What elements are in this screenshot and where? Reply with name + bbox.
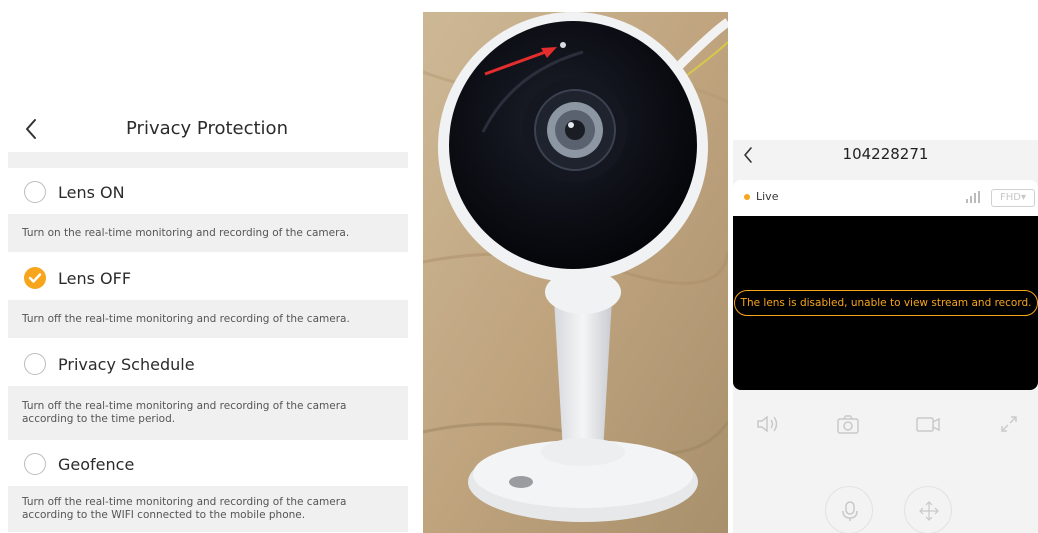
video-stream-area[interactable]: The lens is disabled, unable to view str… [733, 216, 1038, 390]
camera-icon [837, 415, 859, 434]
signal-icon [966, 191, 980, 203]
radio-button[interactable] [24, 353, 46, 375]
option-lens-on[interactable]: Lens ON [8, 170, 408, 214]
back-button[interactable] [20, 116, 42, 142]
option-description: Turn off the real-time monitoring and re… [8, 300, 408, 338]
radio-button[interactable] [24, 453, 46, 475]
live-indicator-dot [744, 194, 750, 200]
option-label: Lens ON [58, 182, 125, 202]
speaker-icon [757, 415, 778, 433]
live-label: Live [756, 190, 779, 203]
move-arrows-icon [919, 501, 939, 521]
ptz-control-button[interactable] [904, 486, 952, 533]
radio-button-checked[interactable] [24, 267, 46, 289]
description-line: according to the WIFI connected to the m… [22, 509, 306, 521]
description-line: Turn on the real-time monitoring and rec… [22, 226, 350, 239]
snapshot-button[interactable] [835, 413, 861, 439]
option-privacy-schedule[interactable]: Privacy Schedule [8, 342, 408, 386]
description-line: Turn off the real-time monitoring and re… [22, 400, 347, 412]
description-line: Turn off the real-time monitoring and re… [22, 312, 350, 325]
divider [8, 152, 408, 168]
option-description: Turn off the real-time monitoring and re… [8, 386, 408, 440]
live-status-bar: Live FHD▾ [733, 180, 1038, 216]
privacy-protection-screen: Privacy Protection Lens ON Turn on the r… [0, 0, 410, 533]
camera-photo [423, 12, 728, 533]
option-geofence[interactable]: Geofence [8, 442, 408, 486]
option-label: Privacy Schedule [58, 354, 195, 374]
option-description: Turn on the real-time monitoring and rec… [8, 214, 408, 252]
option-label: Lens OFF [58, 268, 132, 288]
screenshot-composite: Privacy Protection Lens ON Turn on the r… [0, 0, 1038, 533]
mute-button[interactable] [755, 413, 781, 439]
talk-button[interactable] [825, 486, 873, 533]
page-title: Privacy Protection [126, 118, 288, 139]
fullscreen-button[interactable] [998, 413, 1020, 439]
description-line: according to the time period. [22, 413, 176, 425]
record-button[interactable] [915, 413, 941, 439]
radio-button[interactable] [24, 181, 46, 203]
lens-disabled-message: The lens is disabled, unable to view str… [734, 290, 1038, 316]
microphone-icon [842, 501, 858, 521]
video-record-icon [916, 417, 940, 432]
check-icon [28, 273, 42, 283]
option-description: Turn off the real-time monitoring and re… [8, 486, 408, 532]
description-line: Turn off the real-time monitoring and re… [22, 496, 347, 508]
live-view-screen: 104228271 Live FHD▾ The lens is disabled… [733, 140, 1038, 533]
fullscreen-icon [1001, 416, 1017, 432]
quality-selector[interactable]: FHD▾ [991, 189, 1035, 207]
chevron-left-icon [26, 119, 36, 139]
option-lens-off[interactable]: Lens OFF [8, 256, 408, 300]
device-title: 104228271 [842, 145, 929, 163]
option-label: Geofence [58, 454, 135, 474]
